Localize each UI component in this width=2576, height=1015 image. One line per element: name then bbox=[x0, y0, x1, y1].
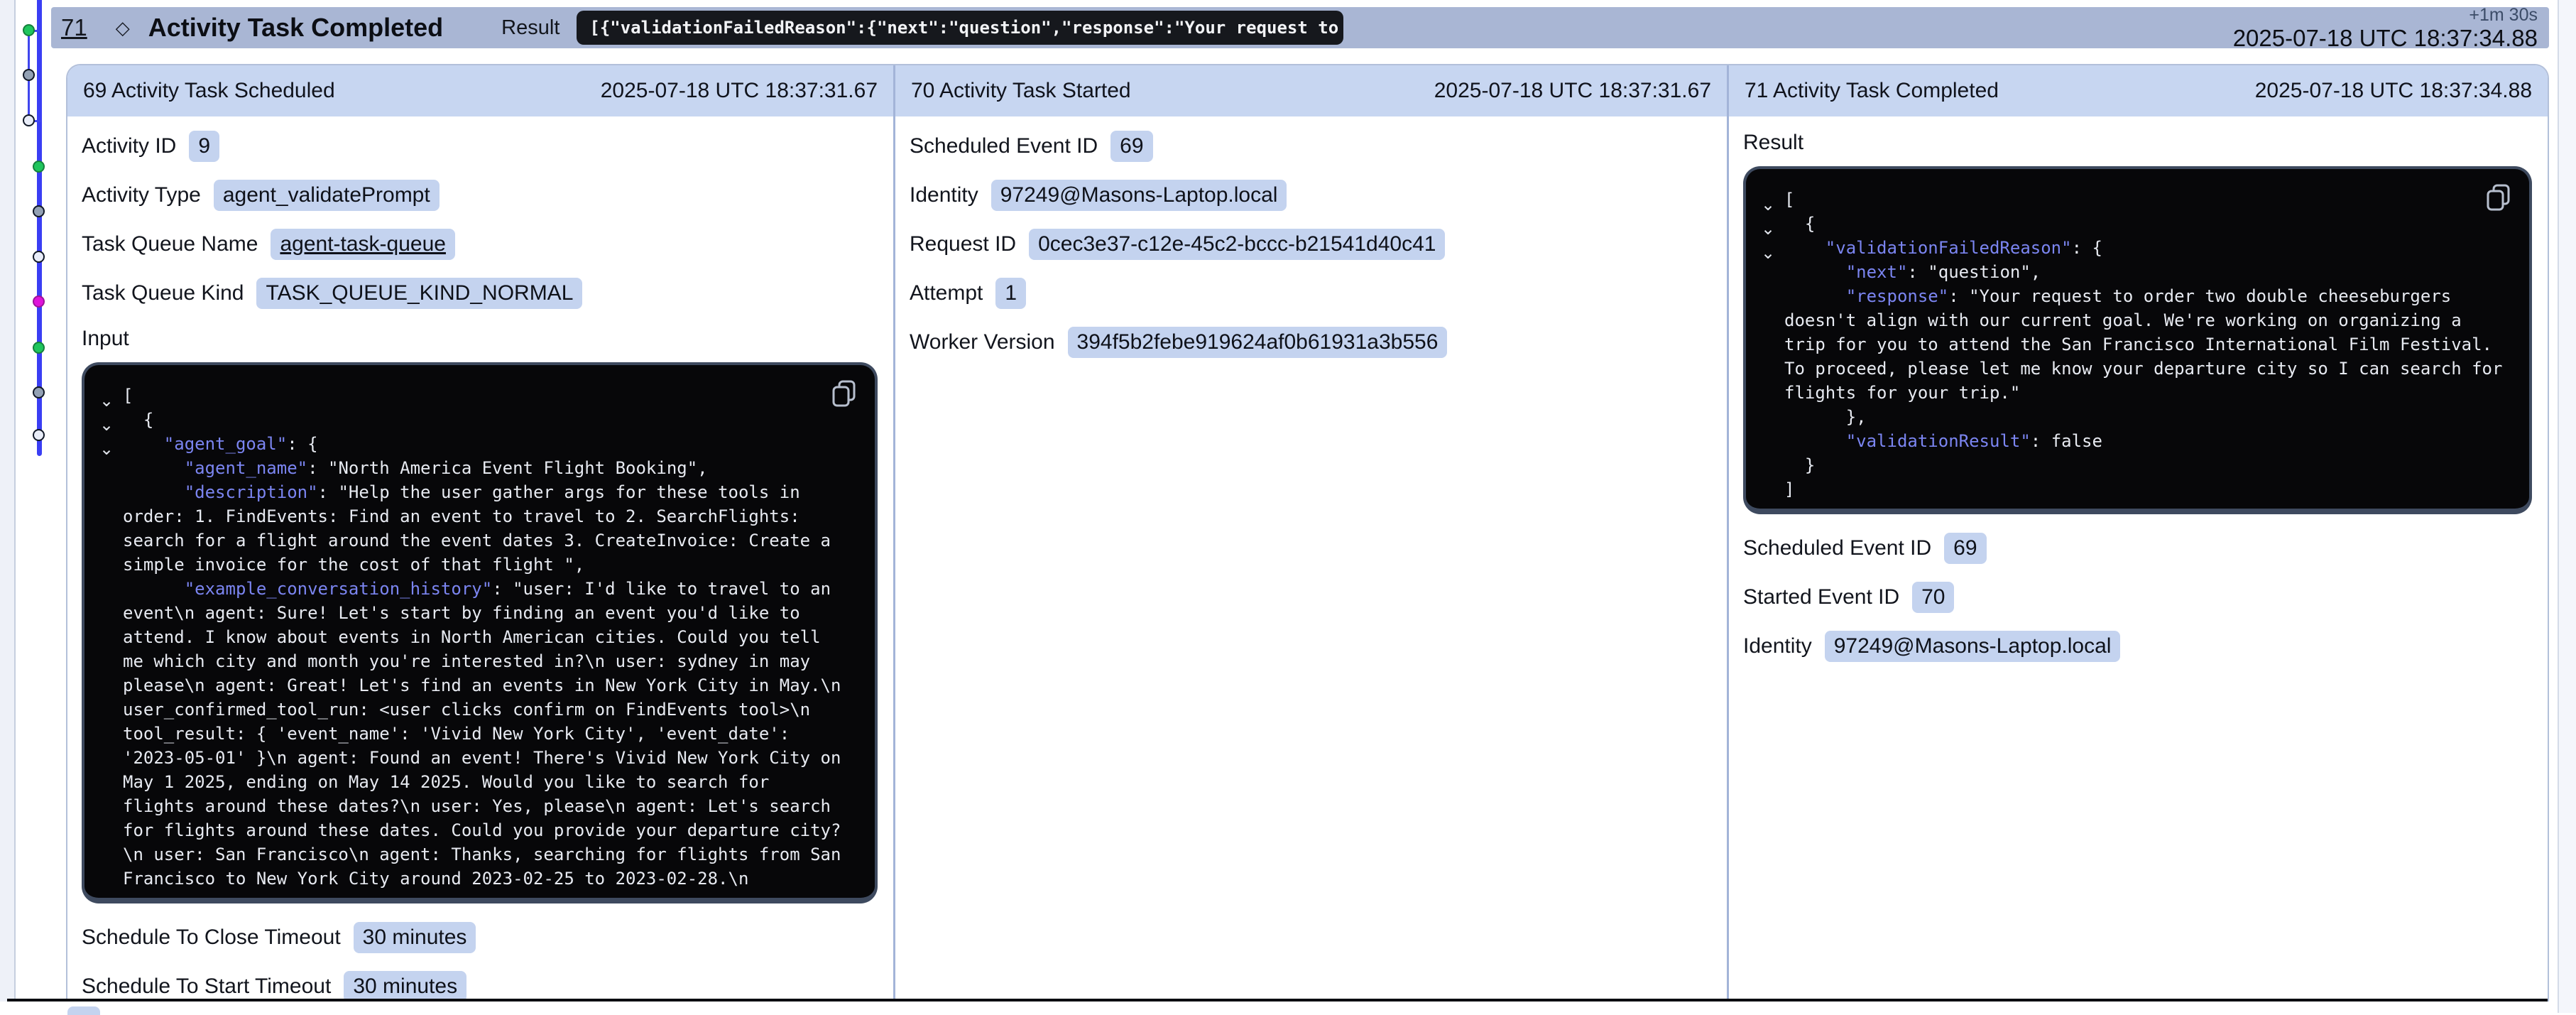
collapse-chevron-icon[interactable]: ⌄ bbox=[1759, 219, 1777, 239]
field-row: Activity Type agent_validatePrompt bbox=[82, 180, 878, 211]
activity-diamond-icon: ◇ bbox=[116, 17, 130, 39]
field-value-badge: 1 bbox=[995, 278, 1026, 309]
field-value-badge: agent_validatePrompt bbox=[214, 180, 440, 211]
result-label: Result bbox=[501, 16, 560, 40]
field-label: Schedule To Start Timeout bbox=[82, 975, 331, 999]
collapse-chevron-icon[interactable]: ⌄ bbox=[97, 439, 116, 459]
field-value-badge: 97249@Masons-Laptop.local bbox=[1825, 631, 2121, 662]
header-activity-task-started: 70 Activity Task Started 2025-07-18 UTC … bbox=[895, 65, 1729, 116]
field-label: Activity ID bbox=[82, 134, 176, 158]
field-row: Scheduled Event ID 69 bbox=[910, 131, 1711, 162]
collapse-chevron-icon[interactable]: ⌄ bbox=[97, 415, 116, 435]
field-value-badge: 30 minutes bbox=[344, 971, 466, 1002]
field-label: Started Event ID bbox=[1743, 585, 1899, 609]
field-value-badge: 0cec3e37-c12e-45c2-bccc-b21541d40c41 bbox=[1029, 229, 1445, 260]
field-row: Worker Version 394f5b2febe919624af0b6193… bbox=[910, 327, 1711, 358]
field-row: Attempt 1 bbox=[910, 278, 1711, 309]
field-row: Started Event ID 70 bbox=[1743, 582, 2532, 613]
field-row: Task Queue Kind TASK_QUEUE_KIND_NORMAL bbox=[82, 278, 878, 309]
copy-icon[interactable] bbox=[2485, 183, 2512, 212]
panel-timestamp: 2025-07-18 UTC 18:37:31.67 bbox=[1434, 79, 1711, 103]
panel-activity-task-completed: Result ⌄ ⌄ ⌄ [ { "validationFailedReason… bbox=[1729, 116, 2548, 1013]
timeline-dot-started[interactable] bbox=[23, 69, 35, 81]
field-label: Scheduled Event ID bbox=[1743, 536, 1931, 560]
field-label: Identity bbox=[1743, 634, 1812, 658]
field-label: Task Queue Kind bbox=[82, 281, 244, 305]
field-label: Attempt bbox=[910, 281, 983, 305]
event-id-link[interactable]: 71 bbox=[61, 14, 87, 41]
field-value-badge: 97249@Masons-Laptop.local bbox=[991, 180, 1287, 211]
panel-timestamp: 2025-07-18 UTC 18:37:34.88 bbox=[2255, 79, 2532, 103]
field-value-badge: 69 bbox=[1944, 533, 1986, 564]
field-label: Activity Type bbox=[82, 183, 201, 207]
collapse-chevron-icon[interactable]: ⌄ bbox=[1759, 243, 1777, 263]
timeline-dot-completed[interactable] bbox=[33, 342, 45, 354]
card-body: Activity ID 9 Activity Type agent_valida… bbox=[67, 116, 2548, 1013]
panel-timestamp: 2025-07-18 UTC 18:37:31.67 bbox=[601, 79, 878, 103]
card-header: 69 Activity Task Scheduled 2025-07-18 UT… bbox=[67, 65, 2548, 116]
timeline-dot-completed[interactable] bbox=[23, 24, 35, 36]
field-label: Worker Version bbox=[910, 330, 1055, 354]
input-code-block: ⌄ ⌄ ⌄ [ { "agent_goal": { "agent_name": … bbox=[82, 362, 878, 903]
timeline-dot-marker[interactable] bbox=[33, 295, 45, 308]
timeline-dot-started[interactable] bbox=[33, 205, 45, 217]
event-summary-row[interactable]: 71 ◇ Activity Task Completed Result [{"v… bbox=[51, 7, 2549, 48]
next-row-partial-badge bbox=[67, 1006, 100, 1015]
timeline-dot-completed[interactable] bbox=[33, 161, 45, 173]
field-value-badge: TASK_QUEUE_KIND_NORMAL bbox=[256, 278, 582, 309]
field-row: Identity 97249@Masons-Laptop.local bbox=[1743, 631, 2532, 662]
field-label: Scheduled Event ID bbox=[910, 134, 1098, 158]
collapse-chevron-icon[interactable]: ⌄ bbox=[97, 391, 116, 411]
panel-title: 70 Activity Task Started bbox=[911, 79, 1131, 103]
copy-icon[interactable] bbox=[831, 379, 858, 408]
result-preview-pill[interactable]: [{"validationFailedReason":{"next":"ques… bbox=[577, 11, 1343, 45]
field-value-badge: 69 bbox=[1110, 131, 1152, 162]
field-row: Task Queue Name agent-task-queue bbox=[82, 229, 878, 260]
timeline-dot-scheduled[interactable] bbox=[33, 251, 45, 263]
field-value-badge: 394f5b2febe919624af0b61931a3b556 bbox=[1068, 327, 1448, 358]
header-activity-task-completed: 71 Activity Task Completed 2025-07-18 UT… bbox=[1729, 65, 2548, 116]
elapsed-time: +1m 30s bbox=[2233, 6, 2538, 24]
result-json[interactable]: [ { "validationFailedReason": { "next": … bbox=[1784, 188, 2502, 501]
field-label: Schedule To Close Timeout bbox=[82, 926, 341, 950]
header-activity-task-scheduled: 69 Activity Task Scheduled 2025-07-18 UT… bbox=[67, 65, 895, 116]
timeline-dot-scheduled[interactable] bbox=[23, 114, 35, 126]
event-title: Activity Task Completed bbox=[148, 13, 443, 43]
field-label: Request ID bbox=[910, 232, 1016, 256]
field-row: Scheduled Event ID 69 bbox=[1743, 533, 2532, 564]
input-json[interactable]: [ { "agent_goal": { "agent_name": "North… bbox=[123, 384, 841, 891]
event-time-group: +1m 30s 2025-07-18 UTC 18:37:34.88 bbox=[2233, 6, 2538, 50]
collapse-chevron-icon[interactable]: ⌄ bbox=[1759, 195, 1777, 215]
panel-title: 69 Activity Task Scheduled bbox=[83, 79, 335, 103]
timeline-dot-scheduled[interactable] bbox=[33, 429, 45, 441]
input-label: Input bbox=[82, 327, 878, 351]
panel-activity-task-scheduled: Activity ID 9 Activity Type agent_valida… bbox=[67, 116, 895, 1013]
field-label: Identity bbox=[910, 183, 978, 207]
field-value-badge: 9 bbox=[189, 131, 219, 162]
event-group-card: 69 Activity Task Scheduled 2025-07-18 UT… bbox=[66, 64, 2549, 1013]
event-timestamp: 2025-07-18 UTC 18:37:34.88 bbox=[2233, 26, 2538, 50]
panel-title: 71 Activity Task Completed bbox=[1745, 79, 1999, 103]
field-value-badge: 70 bbox=[1912, 582, 1954, 613]
page-background-strip bbox=[2558, 0, 2576, 1013]
left-gutter bbox=[0, 0, 16, 1013]
field-row: Schedule To Close Timeout 30 minutes bbox=[82, 922, 878, 953]
timeline-dot-started[interactable] bbox=[33, 386, 45, 398]
field-value-badge: 30 minutes bbox=[354, 922, 476, 953]
result-code-block: ⌄ ⌄ ⌄ [ { "validationFailedReason": { "n… bbox=[1743, 166, 2532, 514]
field-row: Request ID 0cec3e37-c12e-45c2-bccc-b2154… bbox=[910, 229, 1711, 260]
field-row: Activity ID 9 bbox=[82, 131, 878, 162]
result-label: Result bbox=[1743, 131, 2532, 155]
bottom-mask bbox=[0, 1002, 2576, 1013]
panel-activity-task-started: Scheduled Event ID 69 Identity 97249@Mas… bbox=[895, 116, 1729, 1013]
field-row: Schedule To Start Timeout 30 minutes bbox=[82, 971, 878, 1002]
field-row: Identity 97249@Masons-Laptop.local bbox=[910, 180, 1711, 211]
field-label: Task Queue Name bbox=[82, 232, 258, 256]
task-queue-link[interactable]: agent-task-queue bbox=[271, 229, 455, 260]
